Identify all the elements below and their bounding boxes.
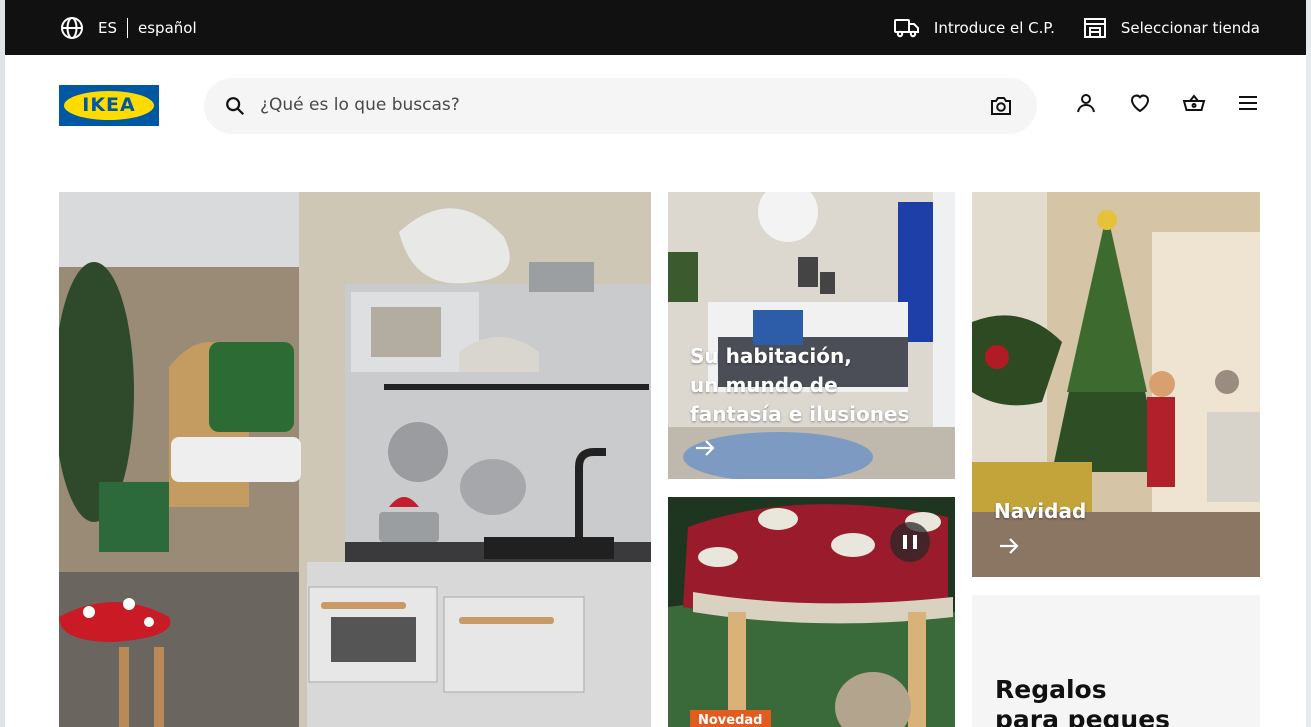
bedroom-photo xyxy=(668,192,955,479)
basket-icon[interactable] xyxy=(1182,91,1206,115)
store-icon xyxy=(1083,17,1106,38)
gifts-title: Regalos para peques xyxy=(995,675,1170,727)
hero-kitchen-tile[interactable] xyxy=(59,192,651,727)
language-selector[interactable]: ES español xyxy=(60,0,197,55)
postcode-label: Introduce el C.P. xyxy=(933,18,1055,37)
promo-bedroom-tile[interactable]: Su habitación, un mundo de fantasía e il… xyxy=(668,192,955,479)
search-bar[interactable]: ¿Qué es lo que buscas? xyxy=(204,78,1037,134)
language-code: ES xyxy=(98,17,128,38)
bedroom-caption-line-3: fantasía e ilusiones xyxy=(690,402,910,426)
promo-christmas-tile[interactable]: Navidad xyxy=(972,192,1260,577)
logo-text: IKEA xyxy=(82,94,136,116)
gifts-title-line-2: para peques xyxy=(995,705,1171,727)
bedroom-caption: Su habitación, un mundo de fantasía e il… xyxy=(690,342,909,429)
top-bar: ES español Introduce el C.P. Seleccionar… xyxy=(5,0,1306,55)
camera-icon[interactable] xyxy=(989,94,1013,118)
pause-button[interactable] xyxy=(890,522,930,562)
arrow-right-icon xyxy=(696,440,715,456)
pause-icon-bar xyxy=(913,535,917,549)
store-label: Seleccionar tienda xyxy=(1120,18,1260,37)
window-edge-right xyxy=(1306,0,1311,727)
search-input[interactable]: ¿Qué es lo que buscas? xyxy=(260,95,460,115)
menu-icon[interactable] xyxy=(1236,91,1260,115)
globe-icon xyxy=(61,16,83,39)
pause-icon xyxy=(903,535,907,549)
truck-icon xyxy=(893,18,919,37)
gifts-title-line-1: Regalos xyxy=(995,675,1107,704)
postcode-button[interactable]: Introduce el C.P. xyxy=(893,17,1055,39)
arrow-right-icon xyxy=(1000,538,1019,554)
christmas-caption: Navidad xyxy=(994,499,1087,523)
store-selector-button[interactable]: Seleccionar tienda xyxy=(1083,17,1260,39)
ikea-logo[interactable]: IKEA xyxy=(59,85,159,126)
kitchen-photo xyxy=(59,192,651,727)
language-name: español xyxy=(138,18,197,37)
promo-video-tile[interactable]: Novedad xyxy=(668,497,955,727)
bedroom-caption-line-1: Su habitación, xyxy=(690,344,852,368)
user-icon[interactable] xyxy=(1074,91,1098,115)
site-header: IKEA ¿Qué es lo que buscas? xyxy=(5,55,1306,155)
search-icon[interactable] xyxy=(224,95,246,117)
new-badge: Novedad xyxy=(690,710,771,727)
bedroom-caption-line-2: un mundo de xyxy=(690,373,838,397)
heart-icon[interactable] xyxy=(1128,91,1152,115)
promo-gifts-tile[interactable]: Regalos para peques xyxy=(972,595,1260,727)
